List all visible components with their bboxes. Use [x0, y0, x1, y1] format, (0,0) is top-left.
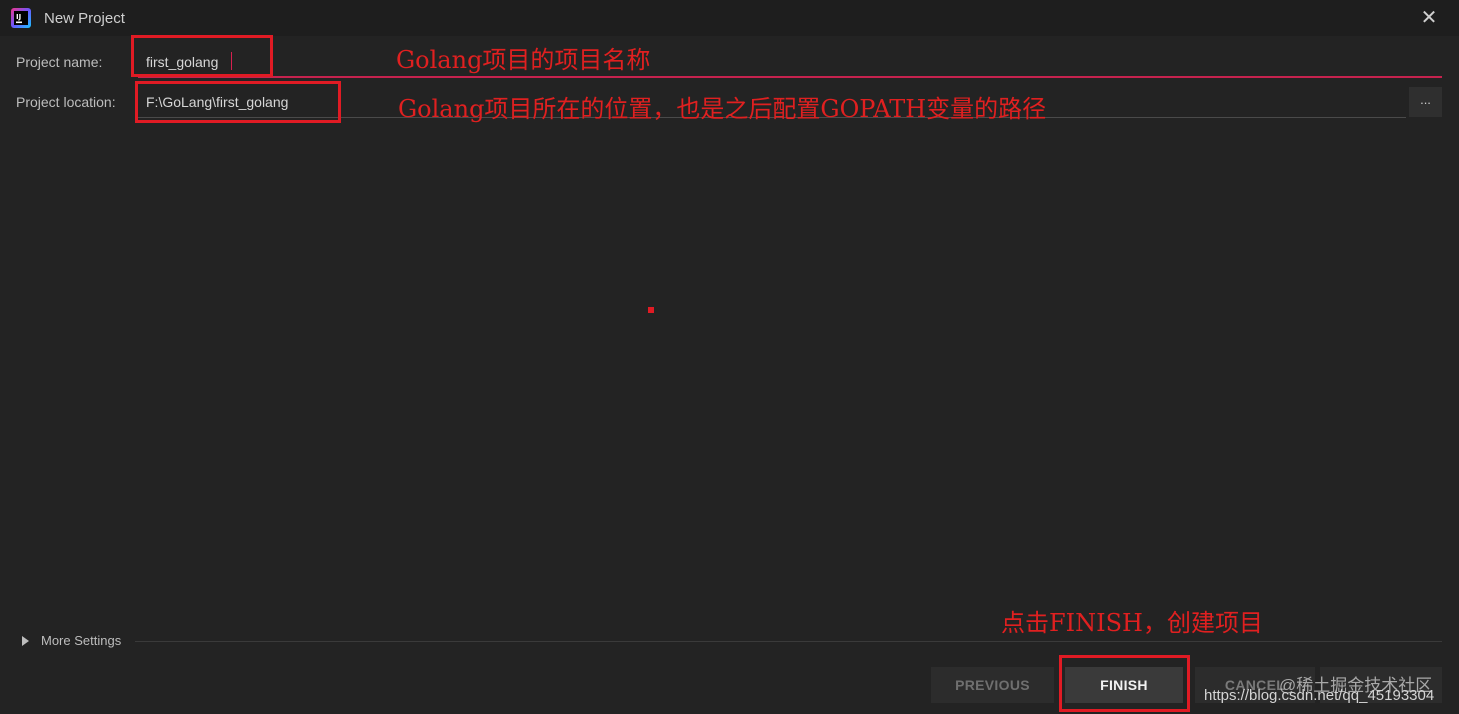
- project-name-label: Project name:: [16, 54, 103, 70]
- triangle-right-icon: [22, 636, 29, 646]
- red-dot-marker: [648, 307, 654, 313]
- more-settings-divider: [135, 641, 1442, 642]
- browse-button[interactable]: ...: [1409, 87, 1442, 117]
- name-annotation: Golang项目的项目名称: [396, 46, 651, 74]
- project-name-focus-underline: [138, 76, 1442, 78]
- title-bar: IJ New Project ✕: [0, 0, 1459, 36]
- project-location-label: Project location:: [16, 94, 116, 110]
- goland-app-icon: IJ: [11, 8, 31, 28]
- close-icon[interactable]: ✕: [1417, 6, 1441, 30]
- finish-annotation: 点击FINISH，创建项目: [1001, 609, 1263, 637]
- window-title: New Project: [44, 10, 125, 27]
- location-annotation: Golang项目所在的位置，也是之后配置GOPATH变量的路径: [398, 95, 1047, 123]
- name-highlight-box: [131, 35, 273, 77]
- finish-button[interactable]: FINISH: [1065, 667, 1183, 703]
- location-highlight-box: [135, 81, 341, 123]
- watermark-url: https://blog.csdn.net/qq_45193304: [1204, 687, 1435, 704]
- more-settings-label: More Settings: [41, 633, 122, 648]
- previous-button[interactable]: PREVIOUS: [931, 667, 1054, 703]
- svg-text:IJ: IJ: [16, 13, 21, 21]
